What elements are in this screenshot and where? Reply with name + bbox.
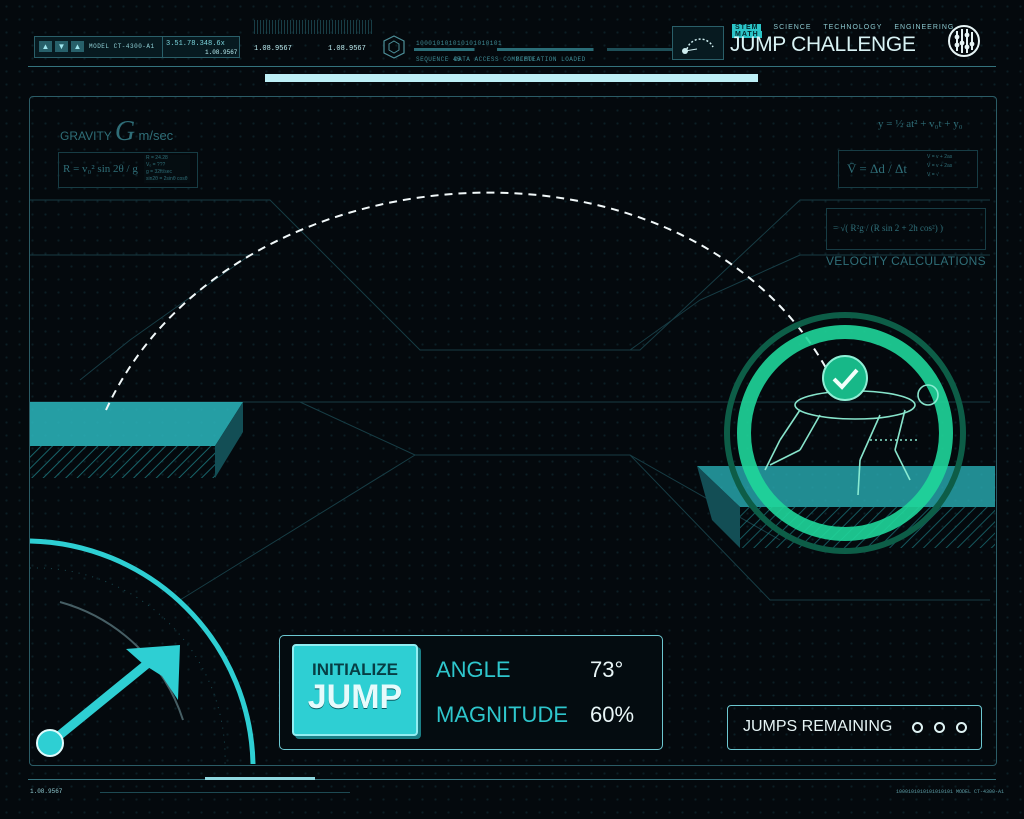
velocity-notes: V = v + 2as V = v + 2as V = √ <box>927 153 952 180</box>
launch-platform <box>30 402 243 478</box>
angle-value[interactable]: 73° <box>590 657 623 683</box>
range-equation: R = v₀² sin 2θ / g <box>63 163 138 175</box>
jump-trajectory <box>105 191 836 411</box>
range-note: R = 24.28 <box>146 155 168 161</box>
root-equation-box: = √( R²g / (R sin 2 + 2h cos²) ) <box>826 208 986 250</box>
jump-control-panel: INITIALIZE JUMP ANGLE 73° MAGNITUDE 60% <box>279 635 663 750</box>
magnitude-value[interactable]: 60% <box>590 702 634 728</box>
gravity-text: GRAVITY <box>60 129 112 143</box>
range-note: sin2θ = 2sinθ cosθ <box>146 176 188 182</box>
success-check-badge <box>822 355 868 401</box>
jump-remaining-dot <box>934 722 945 733</box>
jumps-remaining-label: JUMPS REMAINING <box>743 718 893 735</box>
aim-dial[interactable] <box>29 538 256 765</box>
footer-highlight <box>205 777 315 780</box>
velocity-equation: V̄ = Δd / Δt <box>847 161 907 176</box>
position-equation: y = ½ at² + v₀t + y₀ <box>878 118 963 130</box>
velocity-note: V = v + 2as <box>927 163 953 169</box>
velocity-note: V = √ <box>927 172 939 178</box>
gravity-unit: m/sec <box>138 128 174 143</box>
footer-line-left <box>100 792 350 793</box>
range-note: g = 32ft/sec <box>146 169 172 175</box>
initialize-jump-button[interactable]: INITIALIZE JUMP <box>292 644 418 736</box>
velocity-calculations-title: VELOCITY CALCULATIONS <box>826 254 986 268</box>
gravity-symbol: G <box>114 116 136 147</box>
footer-left-readout: 1.08.9567 <box>30 788 63 795</box>
aim-dial-pivot[interactable] <box>36 729 64 757</box>
footer-divider <box>28 779 996 780</box>
jump-label: JUMP <box>307 678 403 716</box>
initialize-label: INITIALIZE <box>312 660 398 679</box>
aim-arrow-shaft <box>47 651 161 747</box>
angle-label: ANGLE <box>436 657 511 682</box>
jump-remaining-dot <box>956 722 967 733</box>
velocity-equation-box: V̄ = Δd / Δt V = v + 2as V = v + 2as V =… <box>838 150 978 188</box>
velocity-note: V = v + 2as <box>927 154 953 160</box>
range-note: Vₒ = ??? <box>146 162 166 168</box>
jumps-remaining-box: JUMPS REMAINING <box>727 705 982 750</box>
gravity-label: GRAVITY G m/sec <box>60 116 173 148</box>
footer-right-readout: 1000101010101010101 MODEL CT-4300-A1 <box>896 789 1005 795</box>
magnitude-label: MAGNITUDE <box>436 702 568 727</box>
root-equation: = √( R²g / (R sin 2 + 2h cos²) ) <box>833 223 943 233</box>
jump-remaining-dot <box>912 722 923 733</box>
range-notes: R = 24.28 Vₒ = ??? g = 32ft/sec sin2θ = … <box>144 155 190 183</box>
